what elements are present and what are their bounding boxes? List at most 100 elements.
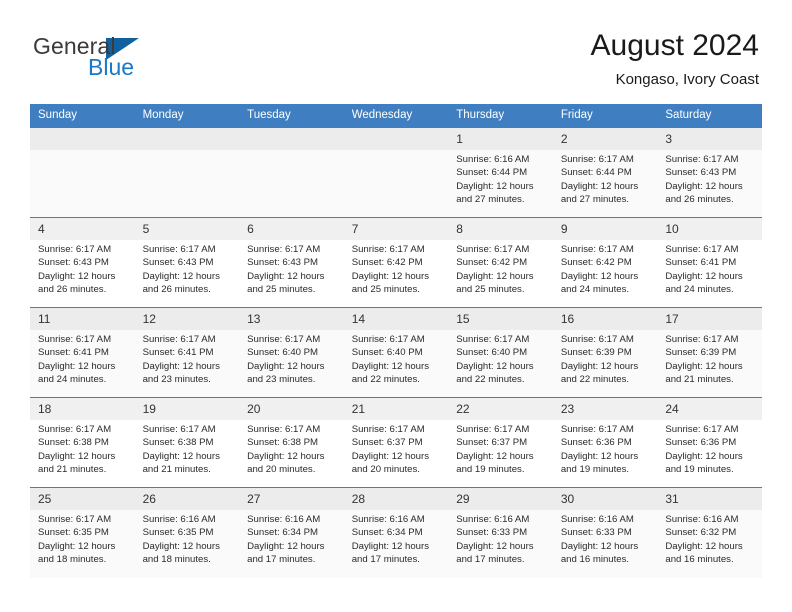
day-daylight-line2-text: and 25 minutes. [456, 283, 525, 295]
calendar-day-cell[interactable]: 6 Sunrise: 6:17 AM Sunset: 6:43 PM Daylight… [239, 217, 344, 308]
day-daylight-line1-text: Daylight: 12 hours [247, 360, 325, 372]
day-daylight-line2-text: and 16 minutes. [665, 553, 734, 565]
day-number: 11 [30, 308, 135, 330]
calendar-week-row: 18 Sunrise: 6:17 AM Sunset: 6:38 PM Dayligh… [30, 397, 762, 488]
day-sunset-text: Sunset: 6:40 PM [351, 347, 423, 359]
calendar-day-cell[interactable]: 28 Sunrise: 6:16 AM Sunset: 6:34 PM Dayligh… [343, 487, 449, 578]
day-sun-info: Sunrise: 6:17 AM Sunset: 6:36 PM Daylight:… [657, 420, 762, 476]
day-daylight-line1-text: Daylight: 12 hours [665, 540, 743, 552]
calendar-day-cell[interactable]: 24 Sunrise: 6:17 AM Sunset: 6:36 PM Dayligh… [657, 397, 762, 488]
day-number: 4 [30, 218, 135, 240]
day-sunset-text: Sunset: 6:44 PM [456, 167, 528, 179]
day-daylight-line2-text: and 16 minutes. [560, 553, 630, 565]
day-sun-info: Sunrise: 6:17 AM Sunset: 6:40 PM Daylight:… [239, 330, 344, 386]
day-sun-info: Sunrise: 6:17 AM Sunset: 6:38 PM Daylight:… [135, 420, 240, 476]
day-sun-info: Sunrise: 6:17 AM Sunset: 6:35 PM Daylight:… [30, 510, 135, 566]
day-daylight-line2-text: and 23 minutes. [142, 373, 211, 385]
day-daylight-line1-text: Daylight: 12 hours [38, 270, 116, 282]
day-sunset-text: Sunset: 6:35 PM [38, 527, 109, 539]
day-sunset-text: Sunset: 6:41 PM [38, 347, 109, 359]
calendar-day-cell[interactable]: 1 Sunrise: 6:16 AM Sunset: 6:44 PM Daylight… [448, 127, 553, 218]
day-sunset-text: Sunset: 6:40 PM [247, 347, 319, 359]
day-daylight-line1-text: Daylight: 12 hours [456, 360, 534, 372]
calendar-day-cell[interactable]: 26 Sunrise: 6:16 AM Sunset: 6:35 PM Dayligh… [134, 487, 240, 578]
calendar-day-cell[interactable]: 22 Sunrise: 6:17 AM Sunset: 6:37 PM Dayligh… [448, 397, 553, 488]
day-number: 6 [239, 218, 344, 240]
day-daylight-line2-text: and 27 minutes. [560, 193, 630, 205]
calendar-week-row: 11 Sunrise: 6:17 AM Sunset: 6:41 PM Dayligh… [30, 307, 762, 398]
calendar-day-cell[interactable]: 21 Sunrise: 6:17 AM Sunset: 6:37 PM Dayligh… [343, 397, 449, 488]
day-sun-info: Sunrise: 6:17 AM Sunset: 6:40 PM Daylight:… [344, 330, 449, 386]
day-daylight-line2-text: and 26 minutes. [38, 283, 107, 295]
day-sun-info: Sunrise: 6:17 AM Sunset: 6:42 PM Daylight:… [553, 240, 658, 296]
calendar-day-cell[interactable]: 15 Sunrise: 6:17 AM Sunset: 6:40 PM Dayligh… [448, 307, 553, 398]
day-daylight-line2-text: and 22 minutes. [351, 373, 420, 385]
calendar-week-row: 25 Sunrise: 6:17 AM Sunset: 6:35 PM Dayligh… [30, 487, 762, 578]
calendar-day-cell[interactable]: 30 Sunrise: 6:16 AM Sunset: 6:33 PM Dayligh… [552, 487, 658, 578]
calendar-day-cell[interactable]: 13 Sunrise: 6:17 AM Sunset: 6:40 PM Dayligh… [239, 307, 344, 398]
day-number: 17 [657, 308, 762, 330]
calendar-day-cell[interactable]: 10 Sunrise: 6:17 AM Sunset: 6:41 PM Dayligh… [657, 217, 762, 308]
day-sunset-text: Sunset: 6:42 PM [351, 257, 423, 269]
day-number: 8 [448, 218, 553, 240]
weekday-header-thursday: Thursday [448, 104, 553, 128]
day-sunset-text: Sunset: 6:36 PM [560, 437, 632, 449]
calendar-day-cell[interactable]: 18 Sunrise: 6:17 AM Sunset: 6:38 PM Dayligh… [30, 397, 135, 488]
day-sunset-text: Sunset: 6:43 PM [38, 257, 109, 269]
day-daylight-line1-text: Daylight: 12 hours [38, 450, 116, 462]
day-daylight-line1-text: Daylight: 12 hours [560, 180, 639, 192]
calendar-day-cell[interactable]: 23 Sunrise: 6:17 AM Sunset: 6:36 PM Dayligh… [552, 397, 658, 488]
day-daylight-line1-text: Daylight: 12 hours [560, 360, 639, 372]
calendar-day-cell[interactable]: 25 Sunrise: 6:17 AM Sunset: 6:35 PM Dayligh… [30, 487, 135, 578]
day-sunrise-text: Sunrise: 6:17 AM [142, 334, 216, 345]
weekday-header-friday: Friday [552, 104, 658, 128]
calendar-day-cell[interactable]: 29 Sunrise: 6:16 AM Sunset: 6:33 PM Dayligh… [448, 487, 553, 578]
day-daylight-line1-text: Daylight: 12 hours [247, 540, 325, 552]
day-number: 12 [134, 308, 240, 330]
day-daylight-line2-text: and 25 minutes. [351, 283, 420, 295]
general-blue-logo[interactable]: General Blue [33, 33, 223, 85]
day-sunrise-text: Sunrise: 6:17 AM [560, 334, 634, 345]
day-sunset-text: Sunset: 6:38 PM [247, 437, 319, 449]
day-sunrise-text: Sunrise: 6:17 AM [351, 424, 425, 435]
day-sunset-text: Sunset: 6:40 PM [456, 347, 528, 359]
day-daylight-line1-text: Daylight: 12 hours [142, 360, 220, 372]
calendar-day-cell[interactable]: 7 Sunrise: 6:17 AM Sunset: 6:42 PM Daylight… [343, 217, 449, 308]
day-daylight-line2-text: and 19 minutes. [665, 463, 734, 475]
day-sun-info: Sunrise: 6:16 AM Sunset: 6:33 PM Daylight:… [448, 510, 553, 566]
calendar-day-cell[interactable]: 17 Sunrise: 6:17 AM Sunset: 6:39 PM Dayligh… [657, 307, 762, 398]
calendar-day-cell[interactable]: 19 Sunrise: 6:17 AM Sunset: 6:38 PM Dayligh… [134, 397, 240, 488]
day-daylight-line1-text: Daylight: 12 hours [456, 180, 534, 192]
calendar-day-cell[interactable]: 3 Sunrise: 6:17 AM Sunset: 6:43 PM Daylight… [657, 127, 762, 218]
calendar-day-cell[interactable]: 8 Sunrise: 6:17 AM Sunset: 6:42 PM Daylight… [448, 217, 553, 308]
day-sun-info: Sunrise: 6:16 AM Sunset: 6:34 PM Daylight:… [344, 510, 449, 566]
day-daylight-line1-text: Daylight: 12 hours [247, 450, 325, 462]
calendar-day-cell[interactable]: 11 Sunrise: 6:17 AM Sunset: 6:41 PM Dayligh… [30, 307, 135, 398]
calendar-day-cell[interactable]: 20 Sunrise: 6:17 AM Sunset: 6:38 PM Dayligh… [239, 397, 344, 488]
day-sunset-text: Sunset: 6:41 PM [665, 257, 737, 269]
day-sunrise-text: Sunrise: 6:17 AM [247, 244, 321, 255]
day-sunset-text: Sunset: 6:39 PM [560, 347, 632, 359]
title-block: August 2024 Kongaso, Ivory Coast [591, 28, 759, 89]
day-daylight-line1-text: Daylight: 12 hours [38, 360, 116, 372]
day-sunrise-text: Sunrise: 6:16 AM [665, 514, 739, 525]
day-sun-info: Sunrise: 6:17 AM Sunset: 6:38 PM Daylight:… [239, 420, 344, 476]
calendar-day-cell[interactable]: 14 Sunrise: 6:17 AM Sunset: 6:40 PM Dayligh… [343, 307, 449, 398]
day-sunset-text: Sunset: 6:42 PM [560, 257, 632, 269]
calendar-day-cell[interactable]: 4 Sunrise: 6:17 AM Sunset: 6:43 PM Daylight… [30, 217, 135, 308]
day-daylight-line2-text: and 21 minutes. [142, 463, 211, 475]
day-sun-info: Sunrise: 6:16 AM Sunset: 6:34 PM Daylight:… [239, 510, 344, 566]
calendar-day-cell[interactable]: 27 Sunrise: 6:16 AM Sunset: 6:34 PM Dayligh… [239, 487, 344, 578]
day-sun-info: Sunrise: 6:17 AM Sunset: 6:41 PM Daylight:… [657, 240, 762, 296]
calendar-day-cell[interactable]: 9 Sunrise: 6:17 AM Sunset: 6:42 PM Daylight… [552, 217, 658, 308]
calendar-day-cell[interactable]: 12 Sunrise: 6:17 AM Sunset: 6:41 PM Dayligh… [134, 307, 240, 398]
day-sun-info: Sunrise: 6:16 AM Sunset: 6:35 PM Daylight:… [135, 510, 240, 566]
calendar-day-cell[interactable]: 5 Sunrise: 6:17 AM Sunset: 6:43 PM Daylight… [134, 217, 240, 308]
calendar-day-cell[interactable]: 16 Sunrise: 6:17 AM Sunset: 6:39 PM Dayligh… [552, 307, 658, 398]
day-sunrise-text: Sunrise: 6:17 AM [665, 334, 739, 345]
day-sunset-text: Sunset: 6:42 PM [456, 257, 528, 269]
day-number: 10 [657, 218, 762, 240]
day-daylight-line2-text: and 27 minutes. [456, 193, 525, 205]
calendar-day-cell[interactable]: 31 Sunrise: 6:16 AM Sunset: 6:32 PM Dayligh… [657, 487, 762, 578]
calendar-day-cell[interactable]: 2 Sunrise: 6:17 AM Sunset: 6:44 PM Daylight… [552, 127, 658, 218]
